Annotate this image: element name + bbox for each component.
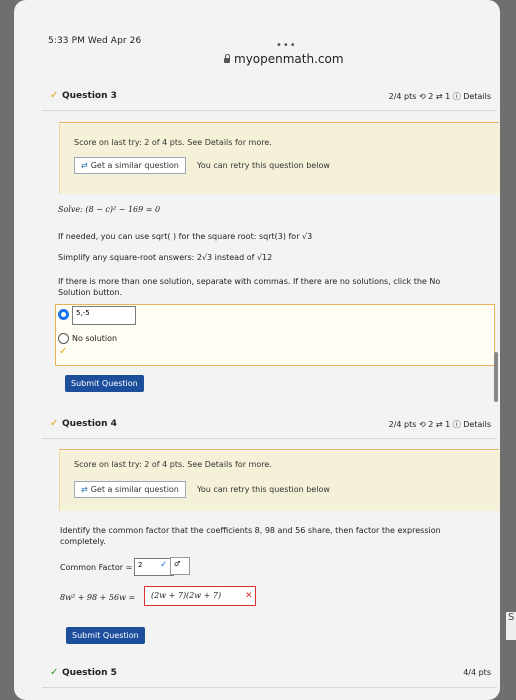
correct-check-icon: ✓ bbox=[50, 667, 59, 678]
common-factor-input[interactable]: 2 bbox=[134, 558, 174, 576]
answer-input[interactable]: 5,-5 bbox=[72, 306, 136, 325]
question-4-title: Question 4 bbox=[62, 419, 117, 429]
factor-prompt-2: completely. bbox=[60, 537, 106, 546]
hint-multiple: If there is more than one solution, sepa… bbox=[58, 277, 441, 286]
question-3-header: ✓ Question 3 2/4 pts ⟲ 2 ⇄ 1 ⓘ Details bbox=[42, 86, 497, 111]
hint-multiple-2: Solution button. bbox=[58, 288, 123, 297]
question-3-title: Question 3 bbox=[62, 91, 117, 101]
factor-prompt: Identify the common factor that the coef… bbox=[60, 526, 441, 535]
expression-left: 8w² + 98 + 56w = bbox=[60, 593, 136, 602]
divider bbox=[59, 449, 499, 450]
browser-screen: 5:33 PM Wed Apr 26 ••• myopenmath.com ✓ … bbox=[14, 0, 500, 700]
refresh-icon: ⇄ bbox=[81, 161, 88, 170]
url-bar[interactable]: myopenmath.com bbox=[224, 52, 344, 66]
retry-text: You can retry this question below bbox=[197, 485, 330, 494]
check-icon: ✓ bbox=[160, 560, 168, 570]
side-panel-tab[interactable]: S bbox=[506, 612, 516, 640]
preview-icon[interactable]: ♂ bbox=[170, 557, 190, 575]
question-5-header: ✓ Question 5 4/4 pts bbox=[42, 663, 497, 688]
lock-icon bbox=[224, 54, 230, 63]
url-text: myopenmath.com bbox=[234, 52, 344, 66]
more-dots-icon[interactable]: ••• bbox=[276, 40, 297, 51]
refresh-icon: ⇄ bbox=[81, 485, 88, 494]
partial-check-icon: ✓ bbox=[59, 346, 68, 357]
expression-answer-box[interactable]: (2w + 7)(2w + 7) bbox=[144, 586, 256, 606]
score-notice: Score on last try: 2 of 4 pts. See Detai… bbox=[59, 451, 500, 511]
no-solution-radio[interactable] bbox=[58, 333, 69, 344]
question-3-meta[interactable]: 2/4 pts ⟲ 2 ⇄ 1 ⓘ Details bbox=[389, 91, 491, 102]
submit-button[interactable]: Submit Question bbox=[65, 375, 144, 392]
wrong-x-icon: ✕ bbox=[245, 591, 253, 601]
answer-radio[interactable] bbox=[58, 309, 69, 320]
expression-answer: (2w + 7)(2w + 7) bbox=[151, 591, 222, 600]
no-solution-label: No solution bbox=[72, 334, 118, 343]
score-text: Score on last try: 2 of 4 pts. See Detai… bbox=[74, 138, 272, 147]
question-5-meta[interactable]: 4/4 pts bbox=[463, 668, 491, 677]
partial-check-icon: ✓ bbox=[50, 90, 59, 101]
question-4-header: ✓ Question 4 2/4 pts ⟲ 2 ⇄ 1 ⓘ Details bbox=[42, 414, 497, 439]
scrollbar[interactable] bbox=[494, 352, 498, 402]
solve-equation: Solve: (8 − c)² − 169 = 0 bbox=[58, 205, 161, 214]
hint-sqrt: If needed, you can use sqrt( ) for the s… bbox=[58, 232, 313, 241]
hint-simplify: Simplify any square-root answers: 2√3 in… bbox=[58, 253, 273, 262]
score-notice: Score on last try: 2 of 4 pts. See Detai… bbox=[59, 124, 500, 194]
retry-text: You can retry this question below bbox=[197, 161, 330, 170]
status-time: 5:33 PM Wed Apr 26 bbox=[48, 36, 142, 46]
question-4-meta[interactable]: 2/4 pts ⟲ 2 ⇄ 1 ⓘ Details bbox=[389, 419, 491, 430]
question-5-title: Question 5 bbox=[62, 668, 117, 678]
partial-check-icon: ✓ bbox=[50, 418, 59, 429]
score-text: Score on last try: 2 of 4 pts. See Detai… bbox=[74, 460, 272, 469]
similar-question-button[interactable]: ⇄ Get a similar question bbox=[74, 481, 186, 498]
similar-question-button[interactable]: ⇄ Get a similar question bbox=[74, 157, 186, 174]
common-factor-label: Common Factor = bbox=[60, 563, 133, 572]
submit-button[interactable]: Submit Question bbox=[66, 627, 145, 644]
divider bbox=[59, 122, 499, 123]
